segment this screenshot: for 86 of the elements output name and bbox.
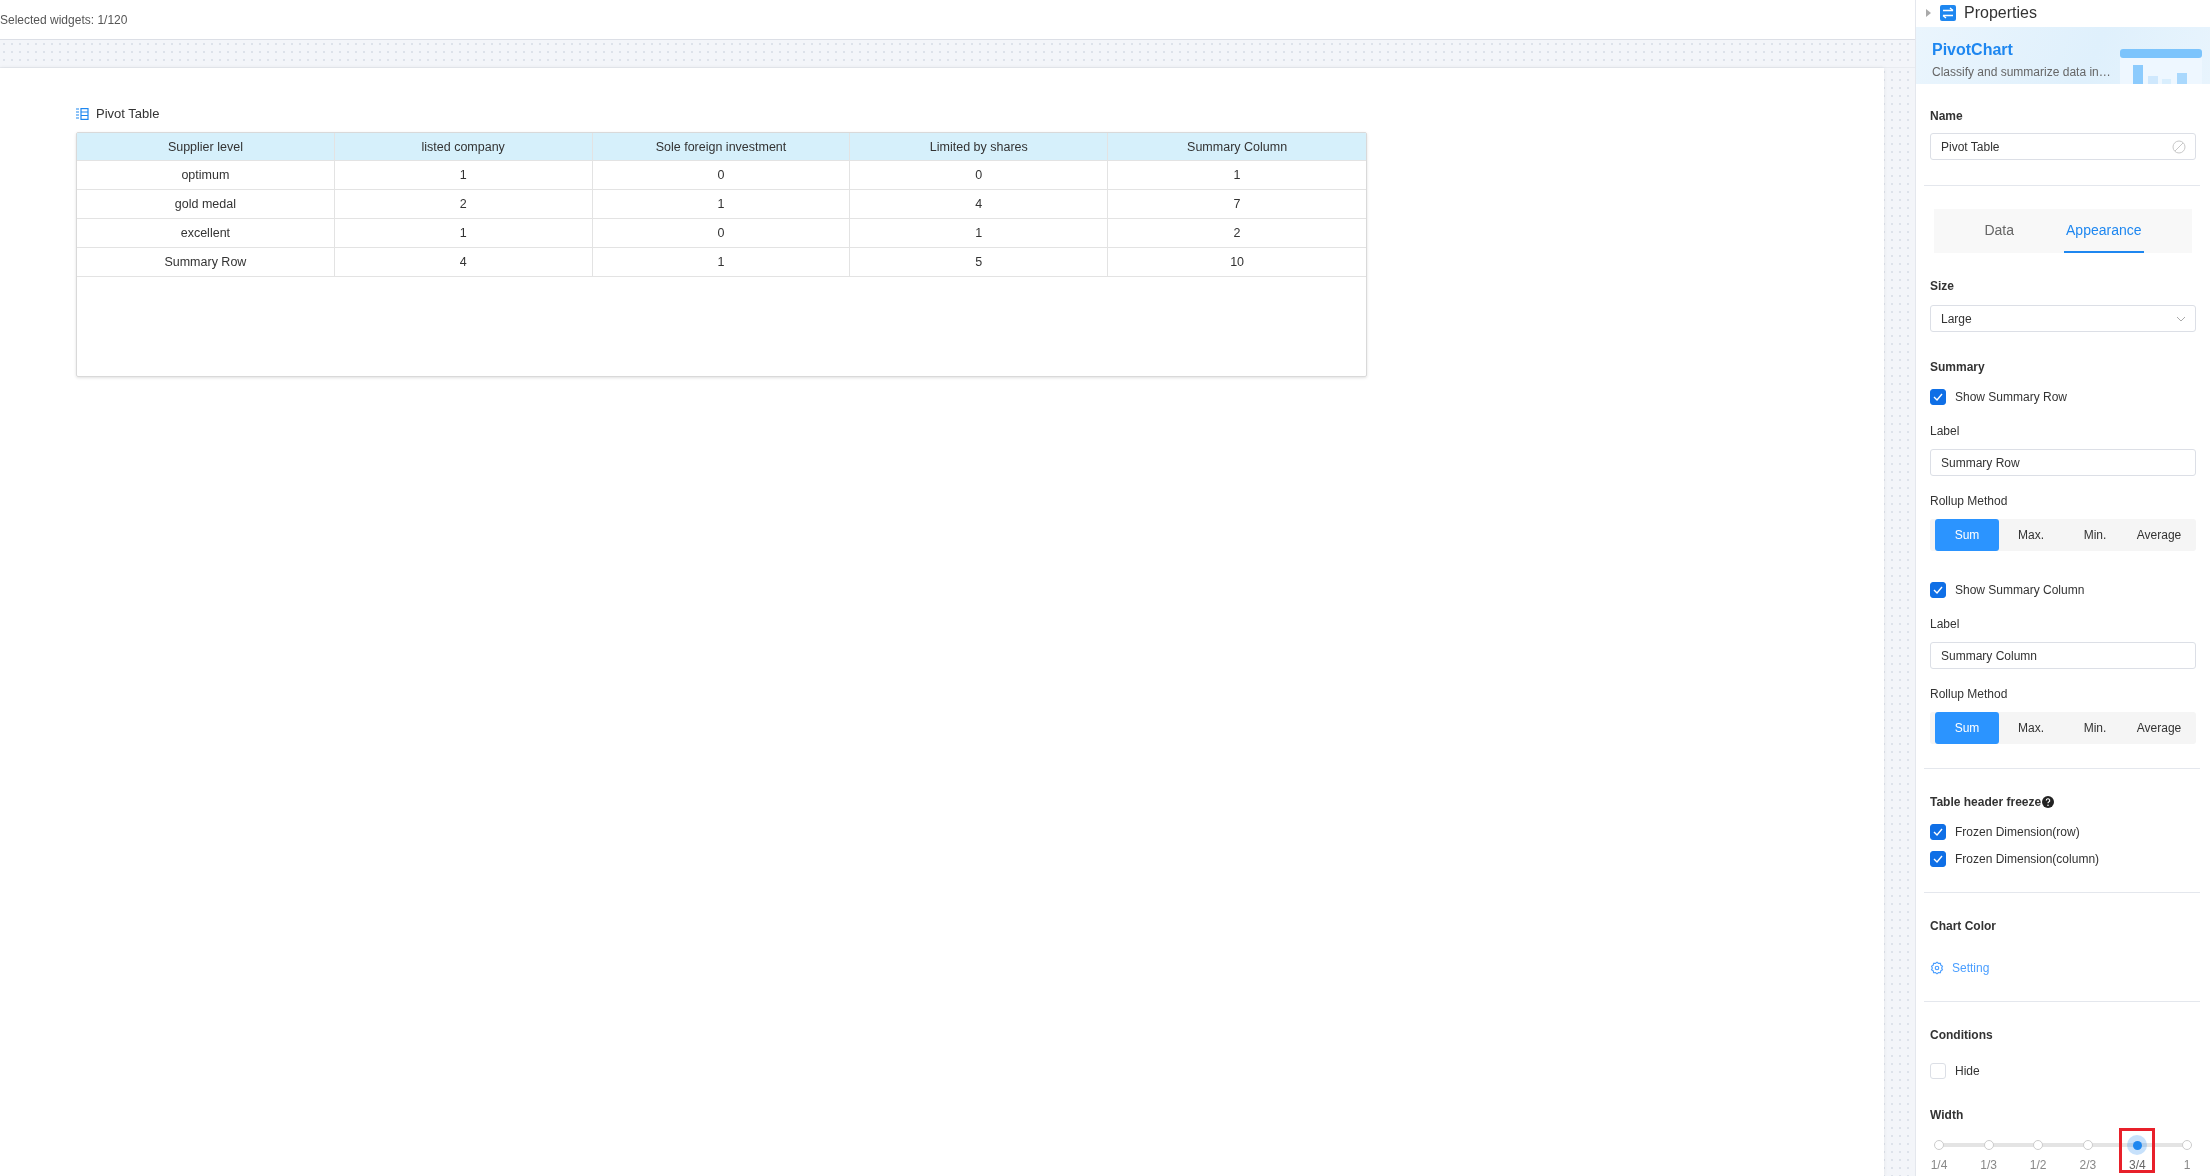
rollup-option[interactable]: Max. [1999,519,2063,551]
banner-title: PivotChart [1932,40,2014,59]
check-icon [1933,393,1943,401]
rollup-option[interactable]: Max. [1999,712,2063,744]
field-label: Label [1930,617,1961,631]
table-cell-text: 1 [1232,167,1242,184]
checkbox-label: Show Summary Row [1955,390,2068,404]
rollup-option[interactable]: Average [2127,712,2191,744]
slider-stop[interactable] [1983,1140,1994,1150]
slider-mark-label: 3/4 [2129,1158,2146,1172]
checkbox-label: Show Summary Column [1955,583,2085,597]
table-cell: excellent [77,219,335,247]
table-cell-text: 2 [1232,225,1242,242]
section-title: Width [1930,1108,1965,1122]
clear-icon[interactable] [2172,139,2186,154]
field-label: Label [1930,424,1961,438]
check-icon [1933,828,1943,836]
widget-title: Pivot Table [96,106,160,121]
table-cell: 1 [592,248,851,276]
size-select[interactable]: Large [1930,305,2196,332]
check-icon [1933,855,1943,863]
field-label: Name [1930,109,1964,123]
caret-icon[interactable] [1926,9,1932,18]
table-cell-text: 7 [1232,196,1242,213]
checkbox[interactable] [1930,389,1946,405]
table-cell: optimum [77,161,335,189]
properties-icon [1940,5,1956,22]
table-cell: gold medal [77,190,335,218]
rollup-option[interactable]: Min. [2063,712,2127,744]
section-title: Conditions [1930,1028,1994,1042]
table-cell: 0 [850,161,1109,189]
slider-mark-label: 1/3 [1980,1158,1997,1172]
label-field[interactable]: Summary Column [1930,642,2196,669]
table-icon [76,107,89,120]
panel-title: Properties [1964,4,2037,23]
table-cell: Summary Row [77,248,335,276]
slider-thumb[interactable] [2127,1135,2148,1155]
table-cell: 1 [592,190,851,218]
section-title: Summary [1930,360,1986,374]
table-cell: 1 [334,219,593,247]
field-label: Rollup Method [1930,687,2009,701]
tab[interactable]: Appearance [2064,209,2144,253]
table-cell: 4 [850,190,1109,218]
table-cell: 1 [334,161,593,189]
settings-icon [1930,961,1944,975]
slider-stop[interactable] [1934,1140,1944,1150]
checkbox[interactable] [1930,582,1946,598]
checkbox[interactable] [1930,851,1946,867]
checkbox[interactable] [1930,824,1946,840]
rollup-option[interactable]: Min. [2063,519,2127,551]
section-title: Table header freeze [1930,795,2042,809]
column-header: listed company [334,133,593,160]
column-header: Summary Column [1186,138,1289,156]
chevron-down-icon [2176,315,2186,322]
table-cell-text: 10 [1229,254,1246,271]
check-icon [1933,586,1943,594]
checkbox-label: Hide [1955,1064,1980,1078]
width-slider[interactable] [1934,1138,2192,1152]
table-cell: 4 [334,248,593,276]
table-cell: 5 [850,248,1109,276]
slider-mark-label: 2/3 [2079,1158,2097,1172]
checkbox-label: Frozen Dimension(row) [1955,825,2080,839]
table-cell: 0 [592,161,851,189]
name-field[interactable]: Pivot Table [1930,133,2196,160]
banner-description: Classify and summarize data in… [1932,64,2111,79]
column-header: Limited by shares [850,133,1109,160]
checkbox-label: Frozen Dimension(column) [1955,852,2100,866]
selection-status: Selected widgets: 1/120 [0,12,128,27]
rollup-option[interactable]: Average [2127,519,2191,551]
slider-mark-label: 1/2 [2029,1158,2047,1172]
slider-stop[interactable] [2033,1140,2044,1150]
column-header: Supplier level [77,133,335,160]
tab[interactable]: Data [1982,209,2017,253]
column-header: Sole foreign investment [592,133,851,160]
slider-mark-label: 1/4 [1930,1158,1948,1172]
slider-stop[interactable] [2182,1140,2192,1150]
label-field[interactable]: Summary Row [1930,449,2196,476]
field-label: Rollup Method [1930,494,2009,508]
help-icon[interactable] [2042,796,2055,808]
field-label: Size [1930,279,1955,293]
table-cell: 2 [334,190,593,218]
slider-mark-label: 1 [2183,1158,2191,1172]
section-title: Chart Color [1930,919,1997,933]
table-cell: 1 [850,219,1109,247]
table-cell: 0 [592,219,851,247]
slider-stop[interactable] [2082,1140,2093,1150]
